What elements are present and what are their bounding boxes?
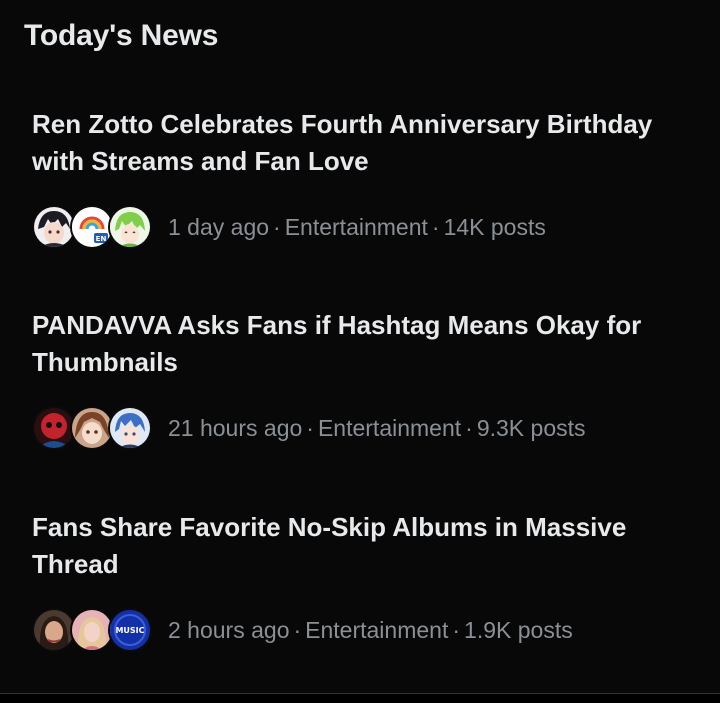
news-meta-text: 2 hours ago · Entertainment · 1.9K posts bbox=[168, 617, 573, 644]
news-item[interactable]: Fans Share Favorite No-Skip Albums in Ma… bbox=[0, 509, 720, 659]
svg-text:MUSIC: MUSIC bbox=[115, 626, 144, 635]
meta-separator: · bbox=[452, 616, 461, 643]
news-headline[interactable]: PANDAVVA Asks Fans if Hashtag Means Okay… bbox=[32, 307, 692, 381]
news-headline[interactable]: Fans Share Favorite No-Skip Albums in Ma… bbox=[32, 509, 692, 583]
avatar-stack bbox=[32, 405, 152, 451]
blue-hair-anime-avatar bbox=[108, 406, 152, 450]
avatar-stack: MUSIC bbox=[32, 607, 152, 653]
news-category: Entertainment bbox=[305, 616, 449, 643]
news-category: Entertainment bbox=[317, 414, 462, 441]
bottom-divider bbox=[0, 693, 720, 694]
todays-news-card: Today's News Ren Zotto Celebrates Fourth… bbox=[0, 0, 720, 693]
news-post-count: 14K posts bbox=[443, 213, 546, 240]
news-meta: 21 hours ago · Entertainment · 9.3K posts bbox=[32, 405, 586, 451]
section-title: Today's News bbox=[24, 19, 219, 52]
news-category: Entertainment bbox=[284, 213, 428, 240]
green-hair-anime-avatar bbox=[108, 205, 152, 249]
news-time: 21 hours ago bbox=[168, 414, 303, 441]
news-post-count: 9.3K posts bbox=[476, 414, 586, 441]
news-post-count: 1.9K posts bbox=[464, 616, 573, 643]
meta-separator: · bbox=[465, 414, 473, 441]
news-meta-text: 1 day ago · Entertainment · 14K posts bbox=[168, 214, 546, 241]
avatar-stack: EN bbox=[32, 204, 152, 250]
meta-separator: · bbox=[293, 616, 302, 643]
meta-separator: · bbox=[273, 213, 281, 240]
meta-separator: · bbox=[431, 213, 440, 240]
music-logo-avatar: MUSIC bbox=[108, 608, 152, 652]
news-item[interactable]: Ren Zotto Celebrates Fourth Anniversary … bbox=[0, 106, 720, 256]
news-item[interactable]: PANDAVVA Asks Fans if Hashtag Means Okay… bbox=[0, 307, 720, 457]
news-time: 2 hours ago bbox=[168, 616, 290, 643]
svg-text:EN: EN bbox=[96, 235, 107, 243]
news-headline[interactable]: Ren Zotto Celebrates Fourth Anniversary … bbox=[32, 106, 692, 180]
news-meta: EN 1 day ago · Entertainment · 14K posts bbox=[32, 204, 546, 250]
meta-separator: · bbox=[306, 414, 314, 441]
news-time: 1 day ago bbox=[168, 213, 270, 240]
news-meta-text: 21 hours ago · Entertainment · 9.3K posts bbox=[168, 415, 586, 442]
news-meta: MUSIC 2 hours ago · Entertainment · 1.9K pos… bbox=[32, 607, 573, 653]
